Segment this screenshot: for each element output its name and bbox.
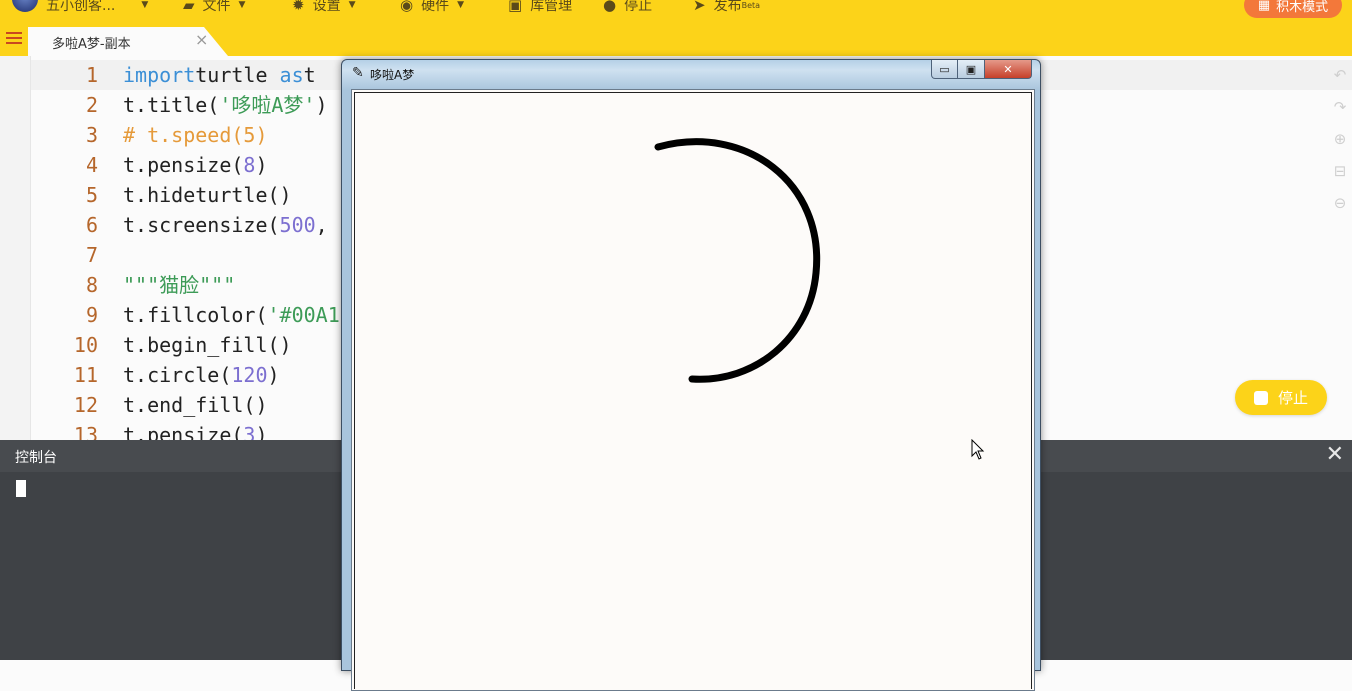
line-number: 6	[85, 213, 98, 237]
publish-menu[interactable]: ➤ 发布 Beta	[693, 0, 760, 15]
code-text: # t.speed(5)	[123, 123, 268, 147]
code-text: """猫脸"""	[123, 273, 236, 297]
menu-bar: 五小创客... ▼ ▰ 文件 ▼ ✹ 设置 ▼ ◉ 硬件 ▼ ▣ 库管理 ● 停…	[0, 0, 1352, 20]
editor-gutter	[0, 56, 31, 440]
undo-icon[interactable]: ↶	[1332, 66, 1348, 84]
zoom-out-icon[interactable]: ⊖	[1332, 194, 1348, 212]
turtle-canvas[interactable]	[354, 92, 1032, 689]
code-text: t.screensize(500,	[123, 213, 328, 237]
turtle-canvas-frame	[351, 89, 1035, 691]
hardware-menu[interactable]: ◉ 硬件 ▼	[400, 0, 464, 15]
publish-menu-label: 发布	[713, 0, 742, 14]
drawn-arc	[654, 138, 821, 383]
block-mode-label: 积木模式	[1276, 0, 1329, 15]
line-number: 4	[85, 153, 98, 177]
console-text-cursor	[16, 480, 26, 497]
line-number: 8	[85, 273, 98, 297]
line-number: 1	[85, 63, 98, 87]
mouse-pointer-icon	[971, 439, 985, 460]
code-text: t.hideturtle()	[123, 183, 292, 207]
line-number: 7	[85, 243, 98, 267]
close-icon[interactable]: ×	[195, 30, 208, 49]
line-number: 2	[85, 93, 98, 117]
stop-menu[interactable]: ● 停止	[603, 0, 652, 15]
line-number: 11	[73, 363, 98, 387]
line-number: 13	[73, 423, 98, 440]
zoom-in-icon[interactable]: ⊕	[1332, 130, 1348, 148]
minimize-button[interactable]: ▭	[931, 60, 958, 79]
line-number: 5	[85, 183, 98, 207]
gear-icon: ✹	[292, 0, 305, 14]
window-title: 哆啦A梦	[370, 68, 415, 82]
hardware-icon: ◉	[400, 0, 414, 14]
feather-icon: ✎	[352, 65, 364, 81]
account-menu[interactable]: 五小创客... ▼	[46, 0, 148, 15]
folder-icon: ▰	[183, 0, 195, 14]
turtle-drawing	[654, 138, 821, 383]
line-number: 3	[85, 123, 98, 147]
code-text: importturtle ast	[123, 63, 316, 87]
turtle-graphics-window: ✎ 哆啦A梦 ▭ ▣ ✕	[341, 59, 1041, 691]
hamburger-icon[interactable]	[6, 32, 22, 46]
close-button[interactable]: ✕	[984, 60, 1032, 79]
code-text: t.end_fill()	[123, 393, 268, 417]
chevron-down-icon: ▼	[348, 0, 356, 10]
line-number: 10	[73, 333, 98, 357]
avatar[interactable]	[12, 0, 38, 12]
stop-icon: ●	[603, 0, 617, 14]
blocks-icon: ▦	[1257, 0, 1271, 13]
maximize-button[interactable]: ▣	[957, 60, 985, 79]
editor-side-toolbar: ↶ ↷ ⊕ ⊟ ⊖	[1332, 66, 1352, 226]
chevron-down-icon: ▼	[141, 0, 149, 10]
window-titlebar[interactable]: ✎ 哆啦A梦 ▭ ▣ ✕	[342, 60, 1040, 88]
file-menu[interactable]: ▰ 文件 ▼	[183, 0, 245, 15]
send-icon: ➤	[693, 0, 706, 14]
chevron-down-icon: ▼	[457, 0, 465, 10]
close-icon[interactable]: ✕	[1326, 442, 1344, 467]
redo-icon[interactable]: ↷	[1332, 98, 1348, 116]
settings-menu[interactable]: ✹ 设置 ▼	[292, 0, 356, 15]
code-text: t.pensize(8)	[123, 153, 268, 177]
code-text: t.fillcolor('#00A1	[123, 303, 340, 327]
settings-menu-label: 设置	[312, 0, 341, 14]
file-menu-label: 文件	[202, 0, 231, 14]
stop-square-icon	[1253, 390, 1268, 405]
publish-beta-badge: Beta	[741, 0, 761, 10]
stop-menu-label: 停止	[624, 0, 653, 14]
account-label: 五小创客...	[46, 0, 116, 14]
console-title: 控制台	[15, 450, 57, 466]
line-number: 9	[85, 303, 98, 327]
library-menu-label: 库管理	[530, 0, 573, 14]
tab-file-label: 多啦A梦-副本	[52, 37, 131, 52]
library-menu[interactable]: ▣ 库管理	[508, 0, 572, 15]
block-mode-button[interactable]: ▦ 积木模式	[1244, 0, 1342, 18]
tab-file[interactable]: 多啦A梦-副本 ×	[28, 27, 228, 56]
hardware-menu-label: 硬件	[421, 0, 450, 14]
stop-button-label: 停止	[1277, 389, 1308, 407]
library-icon: ▣	[508, 0, 523, 14]
code-text: t.pensize(3)	[123, 423, 268, 440]
code-text: t.begin_fill()	[123, 333, 292, 357]
stop-button[interactable]: 停止	[1235, 380, 1327, 415]
code-text: t.title('哆啦A梦')	[123, 93, 328, 117]
reset-zoom-icon[interactable]: ⊟	[1332, 162, 1348, 180]
code-text: t.circle(120)	[123, 363, 280, 387]
line-number: 12	[73, 393, 98, 417]
chevron-down-icon: ▼	[238, 0, 246, 10]
